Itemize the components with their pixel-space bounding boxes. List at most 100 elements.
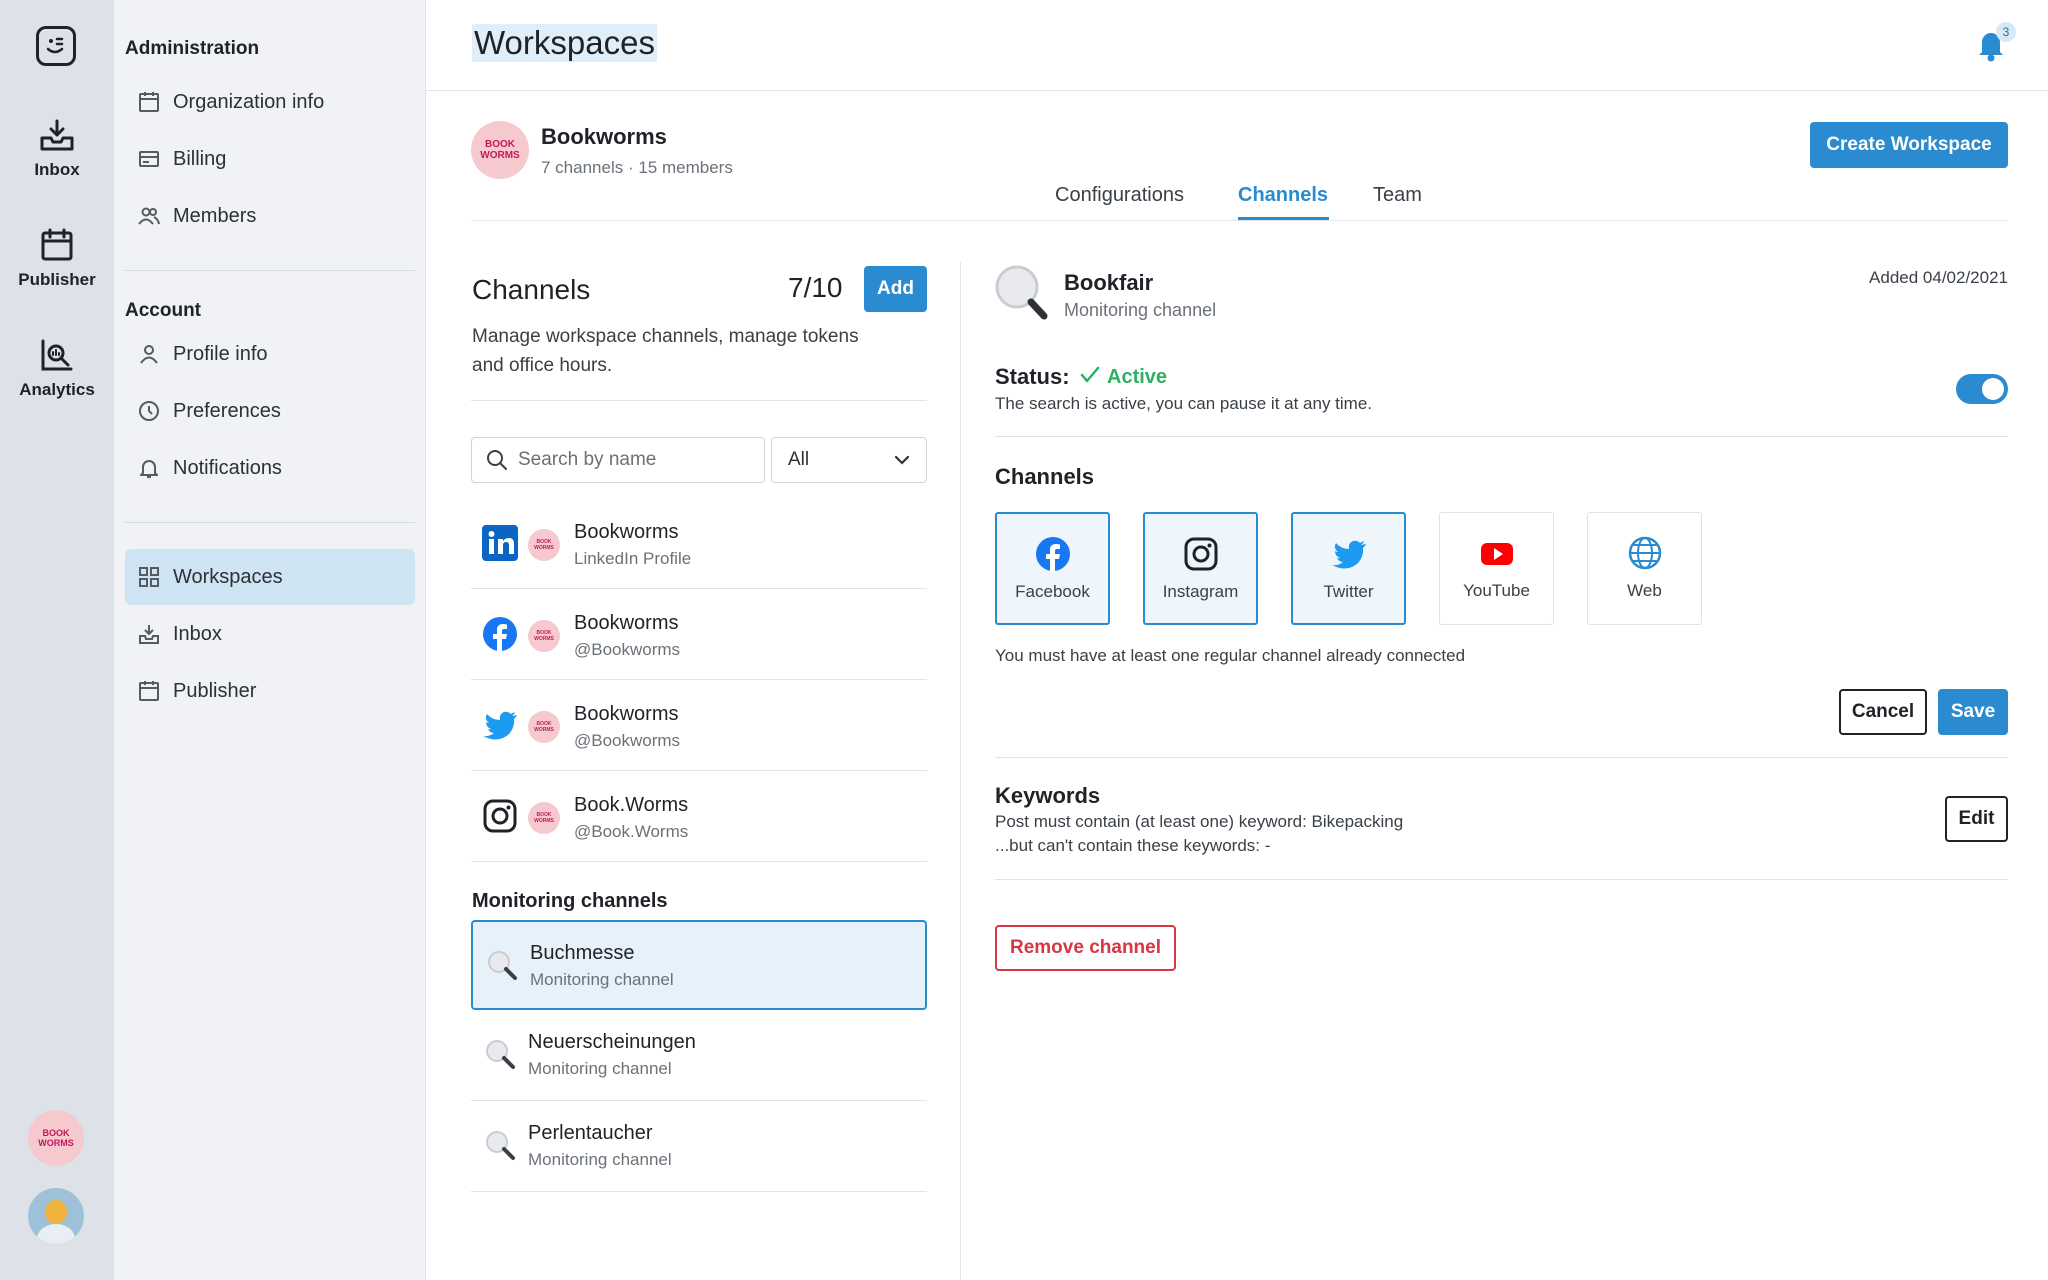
twitter-icon (483, 711, 517, 740)
network-label: Web (1627, 581, 1662, 600)
sidebar-item-workspaces[interactable]: Workspaces (125, 549, 415, 605)
rail-item-label: Publisher (18, 270, 96, 289)
network-tile-facebook[interactable]: Facebook (995, 512, 1110, 625)
monitoring-row-neuerscheinungen[interactable]: Neuerscheinungen Monitoring channel (471, 1011, 927, 1101)
sidebar-item-label: Notifications (173, 456, 282, 479)
magnifier-icon (488, 951, 517, 980)
sidebar-item-notifications[interactable]: Notifications (125, 440, 415, 496)
detail-divider (995, 757, 2008, 758)
status-description: The search is active, you can pause it a… (995, 394, 1373, 413)
youtube-icon (1480, 543, 1513, 565)
header-divider (426, 90, 2048, 91)
status-toggle[interactable] (1956, 374, 2008, 404)
keywords-exclude: ...but can't contain these keywords: - (995, 836, 1271, 855)
network-tile-twitter[interactable]: Twitter (1291, 512, 1406, 625)
channel-row-instagram[interactable]: BOOK WORMS Book.Worms @Book.Worms (471, 772, 927, 862)
channels-count: 7/10 (788, 272, 843, 303)
sidebar-item-billing[interactable]: Billing (125, 131, 415, 187)
detail-divider (995, 436, 2008, 437)
remove-channel-button[interactable]: Remove channel (995, 925, 1176, 971)
network-tile-youtube[interactable]: YouTube (1439, 512, 1554, 625)
channel-row-twitter[interactable]: BOOK WORMS Bookworms @Bookworms (471, 681, 927, 771)
members-icon (138, 207, 160, 225)
app-logo-icon[interactable] (36, 26, 76, 66)
network-requirement-note: You must have at least one regular chann… (995, 646, 1466, 665)
network-label: YouTube (1463, 581, 1530, 600)
rail-item-analytics[interactable]: Analytics (0, 338, 114, 400)
channel-row-facebook[interactable]: BOOK WORMS Bookworms @Bookworms (471, 590, 927, 680)
rail-item-label: Inbox (34, 160, 80, 179)
sidebar-item-inbox[interactable]: Inbox (125, 606, 415, 662)
filter-value: All (788, 449, 810, 470)
monitoring-name: Neuerscheinungen (528, 1031, 696, 1053)
search-input[interactable] (518, 449, 748, 471)
sidebar-item-label: Profile info (173, 342, 268, 365)
monitoring-sub: Monitoring channel (528, 1150, 672, 1169)
sidebar-item-label: Organization info (173, 90, 325, 113)
calendar-icon (41, 228, 73, 261)
tabs-divider (471, 220, 2008, 221)
network-label: Instagram (1162, 582, 1239, 601)
save-button[interactable]: Save (1938, 689, 2008, 735)
channel-filter-select[interactable]: All (771, 437, 927, 483)
sidebar-item-label: Workspaces (173, 565, 283, 588)
sidebar-item-profile-info[interactable]: Profile info (125, 326, 415, 382)
sidebar-item-label: Inbox (173, 622, 222, 645)
monitoring-channels-title: Monitoring channels (472, 890, 668, 912)
monitoring-row-perlentaucher[interactable]: Perlentaucher Monitoring channel (471, 1102, 927, 1192)
cancel-button[interactable]: Cancel (1839, 689, 1927, 735)
magnifier-icon (486, 1131, 515, 1160)
analytics-icon (41, 339, 73, 371)
network-label: Facebook (1015, 582, 1090, 601)
channels-list-title: Channels (472, 274, 591, 305)
detail-channels-title: Channels (995, 464, 1095, 489)
calendar-icon (139, 92, 159, 112)
tab-team[interactable]: Team (1373, 184, 1422, 207)
workspace-mini-avatar: BOOK WORMS (528, 620, 560, 652)
channel-row-linkedin[interactable]: BOOK WORMS Bookworms LinkedIn Profile (471, 499, 927, 589)
sidebar-item-label: Billing (173, 147, 227, 170)
magnifier-icon (995, 265, 1048, 320)
sidebar-item-members[interactable]: Members (125, 188, 415, 244)
edit-keywords-button[interactable]: Edit (1945, 796, 2008, 842)
notification-count-badge: 3 (1996, 22, 2016, 42)
bell-icon (140, 460, 158, 478)
user-avatar[interactable] (28, 1188, 84, 1244)
check-icon (1080, 366, 1100, 383)
facebook-icon (483, 617, 517, 652)
rail-item-publisher[interactable]: Publisher (0, 228, 114, 290)
tab-configurations[interactable]: Configurations (1055, 184, 1184, 207)
rail-item-inbox[interactable]: Inbox (0, 118, 114, 180)
detail-channel-name: Bookfair (1064, 270, 1154, 295)
network-tile-web[interactable]: Web (1587, 512, 1702, 625)
create-workspace-button[interactable]: Create Workspace (1810, 122, 2008, 168)
monitoring-row-buchmesse[interactable]: Buchmesse Monitoring channel (471, 920, 927, 1010)
sidebar-item-label: Members (173, 204, 257, 227)
sidebar-item-organization-info[interactable]: Organization info (125, 74, 415, 130)
search-icon (487, 450, 507, 470)
workspace-mini-avatar: BOOK WORMS (528, 529, 560, 561)
sidebar-divider (125, 270, 415, 271)
network-label: Twitter (1323, 582, 1374, 601)
sidebar-item-publisher[interactable]: Publisher (125, 663, 415, 719)
add-channel-button[interactable]: Add (864, 266, 927, 312)
sidebar-item-preferences[interactable]: Preferences (125, 383, 415, 439)
channel-handle: LinkedIn Profile (574, 549, 692, 568)
workspace-avatar[interactable]: BOOK WORMS (28, 1110, 84, 1166)
workspace-meta: 7 channels · 15 members (541, 158, 733, 177)
status-label: Status: (995, 364, 1070, 389)
detail-channel-type: Monitoring channel (1064, 300, 1217, 320)
inbox-icon (139, 625, 159, 644)
facebook-icon (1035, 537, 1070, 572)
workspace-logo: BOOK WORMS (471, 121, 529, 179)
channel-search[interactable] (471, 437, 765, 483)
network-tile-instagram[interactable]: Instagram (1143, 512, 1258, 625)
channel-handle: @Bookworms (574, 731, 681, 750)
grid-icon (139, 567, 159, 587)
workspace-name: Bookworms (541, 124, 667, 149)
magnifier-icon (486, 1040, 515, 1069)
monitoring-sub: Monitoring channel (528, 1059, 672, 1078)
linkedin-icon (482, 525, 518, 561)
tab-channels[interactable]: Channels (1238, 184, 1328, 207)
chevron-down-icon (894, 455, 910, 465)
